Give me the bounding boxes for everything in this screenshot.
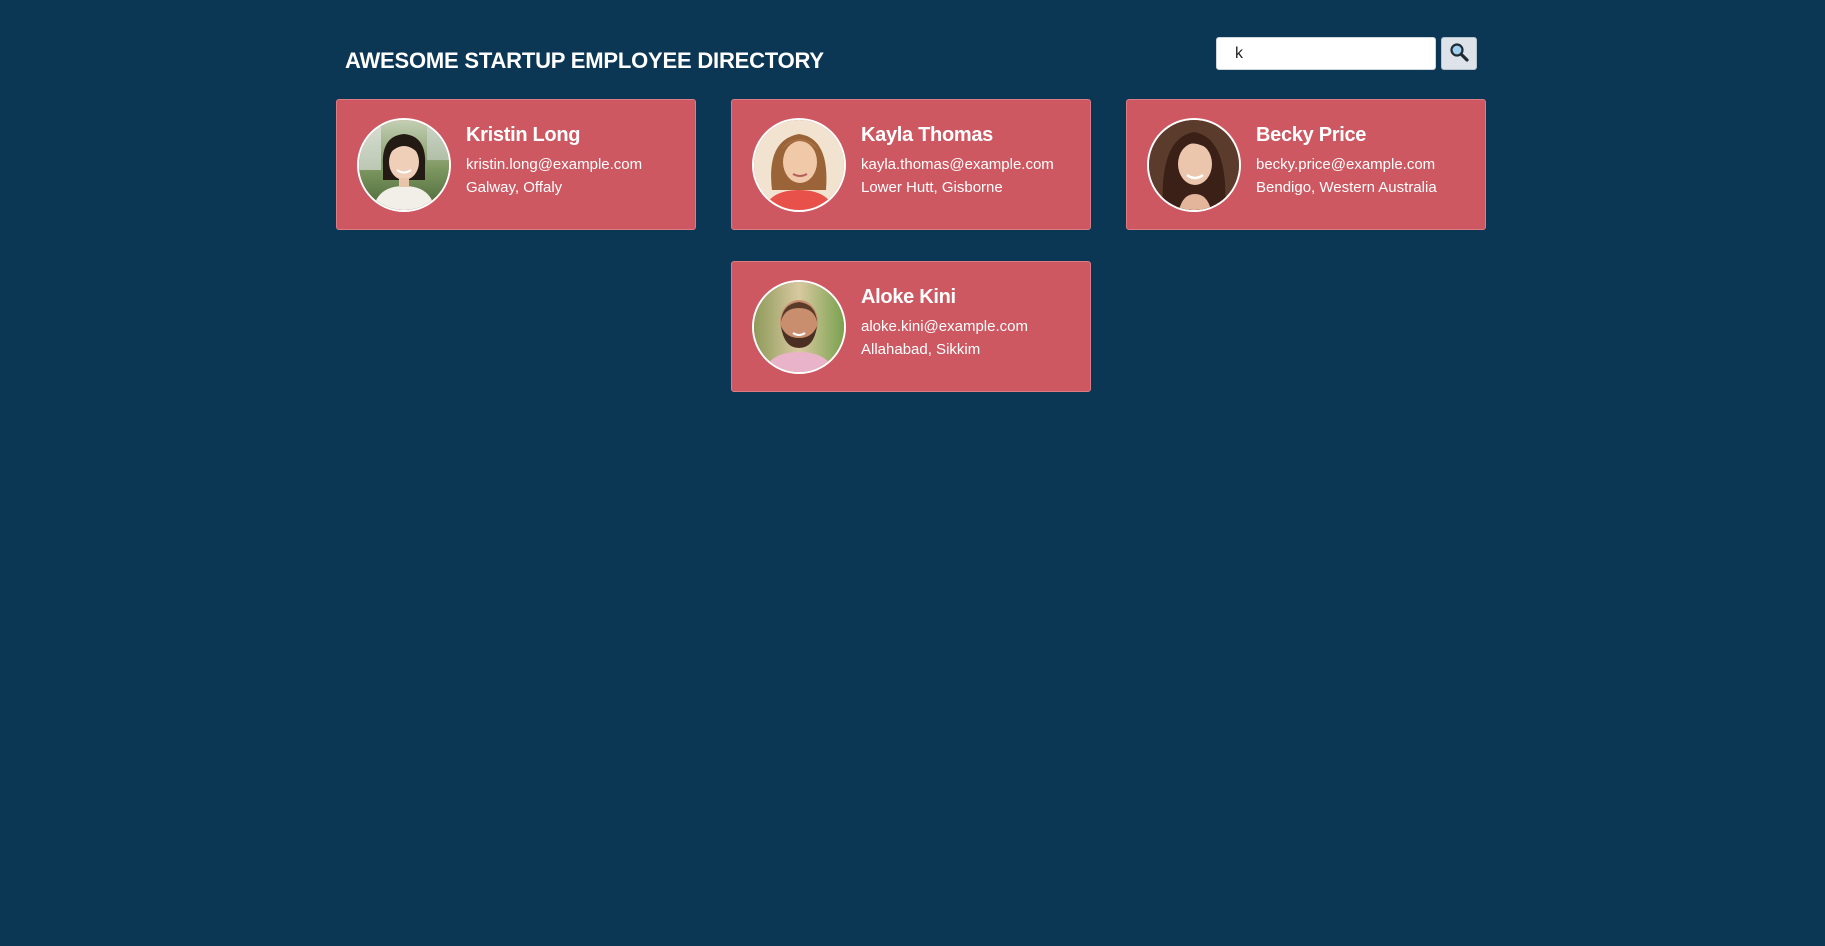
employee-email: aloke.kini@example.com xyxy=(861,318,1028,335)
employee-photo xyxy=(752,117,846,212)
portrait-image xyxy=(754,119,844,210)
page: AWESOME STARTUP EMPLOYEE DIRECTORY k Kri… xyxy=(0,0,1825,946)
search-button[interactable] xyxy=(1441,37,1477,70)
employee-card-kristin-long[interactable]: Kristin Long kristin.long@example.com Ga… xyxy=(336,99,696,230)
employee-card-aloke-kini[interactable]: Aloke Kini aloke.kini@example.com Allaha… xyxy=(731,261,1091,392)
employee-location: Allahabad, Sikkim xyxy=(861,341,981,358)
search-form xyxy=(1216,37,1477,70)
employee-email: kayla.thomas@example.com xyxy=(861,156,1054,173)
employee-location: Bendigo, Western Australia xyxy=(1256,179,1437,196)
employee-email: becky.price@example.com xyxy=(1256,156,1436,173)
employee-photo xyxy=(357,117,451,212)
employee-name: Aloke Kini xyxy=(861,286,956,308)
search-icon-graphic xyxy=(1450,43,1469,62)
employee-name: Kayla Thomas xyxy=(861,124,994,146)
employee-gallery: Kristin Long kristin.long@example.com Ga… xyxy=(336,99,1487,392)
header: AWESOME STARTUP EMPLOYEE DIRECTORY xyxy=(336,28,1486,88)
employee-location: Lower Hutt, Gisborne xyxy=(861,179,1003,196)
employee-info: Kristin Long kristin.long@example.com Ga… xyxy=(466,124,642,199)
employee-info: Becky Price becky.price@example.com Bend… xyxy=(1256,124,1437,199)
portrait-image xyxy=(359,119,449,210)
employee-name: Kristin Long xyxy=(466,124,581,146)
employee-info: Kayla Thomas kayla.thomas@example.com Lo… xyxy=(861,124,1054,199)
search-icon xyxy=(1449,42,1469,65)
employee-name: Becky Price xyxy=(1256,124,1367,146)
search-input[interactable] xyxy=(1216,37,1436,70)
employee-photo xyxy=(1147,117,1241,212)
employee-info: Aloke Kini aloke.kini@example.com Allaha… xyxy=(861,286,1028,361)
employee-photo xyxy=(752,279,846,374)
portrait-image xyxy=(1149,119,1239,210)
employee-location: Galway, Offaly xyxy=(466,179,563,196)
employee-card-kayla-thomas[interactable]: Kayla Thomas kayla.thomas@example.com Lo… xyxy=(731,99,1091,230)
page-title: AWESOME STARTUP EMPLOYEE DIRECTORY xyxy=(345,48,824,73)
employee-email: kristin.long@example.com xyxy=(466,156,643,173)
portrait-image xyxy=(754,281,844,372)
employee-card-becky-price[interactable]: Becky Price becky.price@example.com Bend… xyxy=(1126,99,1486,230)
